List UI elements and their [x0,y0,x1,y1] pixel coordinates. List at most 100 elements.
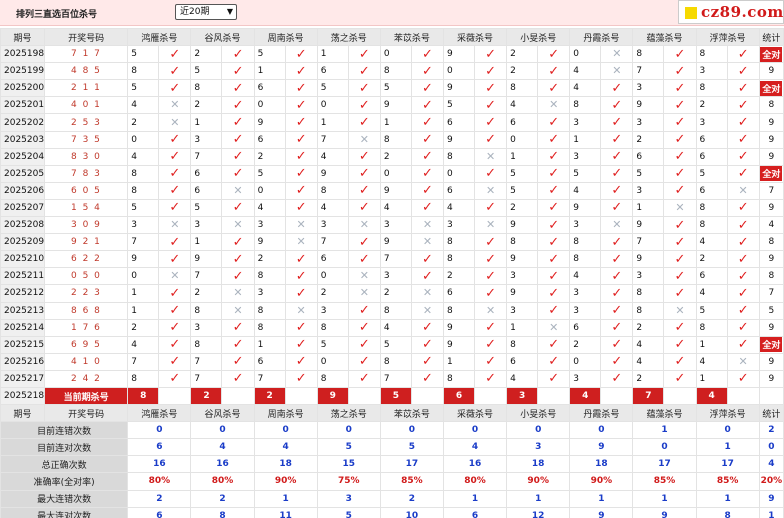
column-header-expert: 谷风杀号 [190,404,255,423]
check-icon: ✓ [737,251,749,267]
stat-cell: 9 [758,147,784,166]
kill-number-cell: 4 [253,198,286,218]
check-icon: ✓ [232,337,244,353]
cross-icon: ✕ [170,218,180,232]
mark-cell: ✕ [410,216,444,235]
check-icon: ✓ [548,217,560,233]
kill-number-cell: 8 [127,62,160,81]
table-row: 2025202 2 5 3 2 ✕ 1 ✓ 9 ✓ 1 ✓ 1 ✓ 6 ✓ 6 ✓ 3 ✓ 3 ✓ 3 ✓ 9 [0,113,784,132]
cross-icon: ✕ [233,303,243,317]
current-kill-gap [600,386,634,406]
check-icon: ✓ [674,217,686,233]
mark-cell: ✓ [600,284,634,303]
kill-number-cell: 9 [127,250,160,269]
mark-cell: ✓ [284,130,318,149]
kill-number-cell: 5 [127,45,160,64]
summary-label: 总正确次数 [0,455,129,474]
mark-cell: ✓ [537,147,571,166]
period-select[interactable]: 近20期 ▼ [175,4,237,20]
kill-number-cell: 6 [695,130,728,149]
kill-number-cell: 2 [632,369,665,388]
kill-number-cell: 5 [379,79,412,98]
mark-cell: ✓ [158,147,192,166]
kill-number-cell: 3 [569,113,602,132]
kill-number-cell: 2 [127,113,160,132]
table-row: 2025204 8 3 0 4 ✓ 7 ✓ 2 ✓ 4 ✓ 2 ✓ 8 ✕ 1 ✓ 3 ✓ 6 ✓ 6 ✓ 9 [0,147,784,166]
check-icon: ✓ [232,371,244,387]
summary-header: 期号 开奖号码 鸿雁杀号 谷风杀号 周南杀号 荡之杀号 苯苡杀号 采薇杀号 小旻杀号 丹霞杀号 蕴藻… [0,404,784,423]
check-icon: ✓ [169,337,181,353]
kill-number-cell: 5 [190,62,223,81]
kill-number-cell: 4 [569,181,602,200]
mark-cell: ✕ [158,216,192,235]
check-icon: ✓ [485,268,497,284]
kill-number-cell: 2 [127,318,160,337]
mark-cell: ✓ [158,369,192,388]
mark-cell: ✓ [221,335,255,354]
site-logo[interactable]: cz89.com [678,0,784,24]
check-icon: ✓ [548,63,560,79]
mark-cell: ✓ [284,335,318,354]
kill-number-cell: 3 [506,301,539,320]
check-icon: ✓ [358,371,370,387]
kill-number-cell: 5 [316,335,349,354]
check-icon: ✓ [169,80,181,96]
kill-number-cell: 0 [506,130,539,149]
kill-number-cell: 2 [695,250,728,269]
mark-cell: ✓ [284,284,318,303]
mark-cell: ✓ [726,284,760,303]
summary-value: 5 [316,506,381,518]
summary-value: 6 [442,506,508,518]
mark-cell: ✓ [474,267,508,286]
kill-number-cell: 6 [506,113,539,132]
check-icon: ✓ [674,63,686,79]
mark-cell: ✕ [663,301,697,320]
summary-label: 目前连错次数 [0,421,129,440]
mark-cell: ✓ [726,130,760,149]
period-cell: 2025209 [0,233,46,252]
mark-cell: ✓ [347,45,381,64]
mark-cell: ✕ [221,216,255,235]
mark-cell: ✓ [726,318,760,337]
check-icon: ✓ [421,63,433,79]
summary-value: 17 [379,455,444,474]
mark-cell: ✓ [600,147,634,166]
mark-cell: ✓ [347,233,381,252]
mark-cell: ✓ [537,216,571,235]
all-correct-badge: 全对 [760,46,783,62]
mark-cell: ✓ [600,369,634,388]
check-icon: ✓ [611,183,623,199]
check-icon: ✓ [611,166,623,182]
mark-cell: ✕ [474,301,508,320]
cross-icon: ✕ [233,286,243,300]
kill-number-cell: 7 [190,369,223,388]
check-icon: ✓ [674,115,686,131]
mark-cell: ✕ [347,130,381,149]
check-icon: ✓ [421,268,433,284]
kill-number-cell: 5 [569,164,602,183]
kill-number-cell: 0 [442,164,476,183]
check-icon: ✓ [358,183,370,199]
mark-cell: ✓ [284,181,318,200]
kill-number-cell: 2 [190,96,223,115]
table-row: 2025199 4 8 5 8 ✓ 5 ✓ 1 ✓ 6 ✓ 8 ✓ 0 ✓ 2 ✓ 4 ✕ 7 ✓ 3 ✓ 9 [0,62,784,81]
mark-cell: ✓ [347,164,381,183]
mark-cell: ✕ [221,181,255,200]
mark-cell: ✓ [410,113,444,132]
mark-cell: ✕ [221,284,255,303]
kill-number-cell: 6 [442,113,476,132]
mark-cell: ✓ [600,352,634,371]
mark-cell: ✓ [537,130,571,149]
summary-value: 18 [253,455,318,474]
mark-cell: ✓ [726,250,760,269]
check-icon: ✓ [611,371,623,387]
check-icon: ✓ [737,166,749,182]
period-cell: 2025205 [0,164,46,183]
check-icon: ✓ [169,46,181,62]
period-cell: 2025210 [0,250,46,269]
check-icon: ✓ [169,200,181,216]
cross-icon: ✕ [675,200,685,214]
mark-cell: ✓ [284,164,318,183]
mark-cell: ✕ [158,113,192,132]
kill-number-cell: 7 [190,352,223,371]
